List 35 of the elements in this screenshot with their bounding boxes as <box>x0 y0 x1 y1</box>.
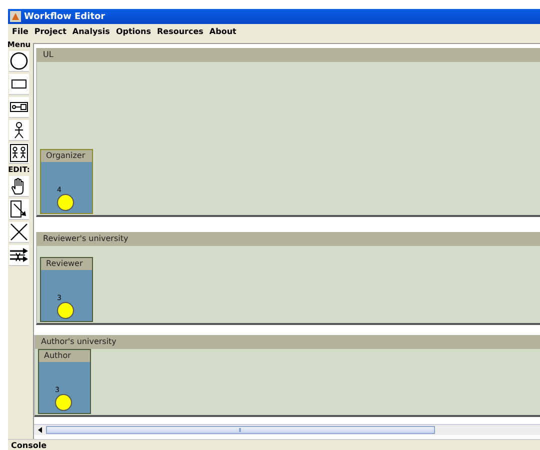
lane-header: Author's university <box>35 335 540 349</box>
app-icon <box>10 11 21 22</box>
tool-button[interactable] <box>9 97 29 118</box>
circle-icon <box>9 51 29 71</box>
cross-icon <box>9 222 29 242</box>
horizontal-scrollbar[interactable] <box>34 424 540 435</box>
console-label: Console <box>10 440 46 450</box>
tool-button[interactable] <box>9 51 29 72</box>
role-header: Reviewer <box>41 258 92 270</box>
tool-button[interactable] <box>9 74 29 95</box>
role-header: Organizer <box>41 150 92 162</box>
arrows-icon <box>9 245 29 265</box>
people-icon <box>9 143 29 163</box>
menu-item[interactable]: Project <box>31 27 70 36</box>
token-circle <box>55 394 72 411</box>
resize-icon <box>9 199 29 219</box>
tool-button[interactable] <box>9 222 29 243</box>
tool-button[interactable] <box>9 143 29 164</box>
tool-button[interactable] <box>9 176 29 197</box>
scroll-left-icon[interactable] <box>37 427 43 433</box>
lane-header: Reviewer's university <box>37 232 540 246</box>
menu-item[interactable]: Options <box>112 27 154 36</box>
role-header: Author <box>39 350 90 362</box>
token-circle <box>57 194 74 211</box>
tool-button[interactable] <box>9 120 29 141</box>
tool-button[interactable] <box>9 245 29 266</box>
menu-item[interactable]: About <box>206 27 240 36</box>
window-title: Workflow Editor <box>24 12 106 22</box>
menu-item[interactable]: Analysis <box>69 27 113 36</box>
menu-item[interactable]: File <box>9 27 32 36</box>
scroll-thumb[interactable] <box>46 426 435 434</box>
menu-item[interactable]: Resources <box>154 27 206 36</box>
lane-header: UL <box>37 48 540 62</box>
tool-button[interactable] <box>9 199 29 220</box>
token-circle <box>57 302 74 319</box>
